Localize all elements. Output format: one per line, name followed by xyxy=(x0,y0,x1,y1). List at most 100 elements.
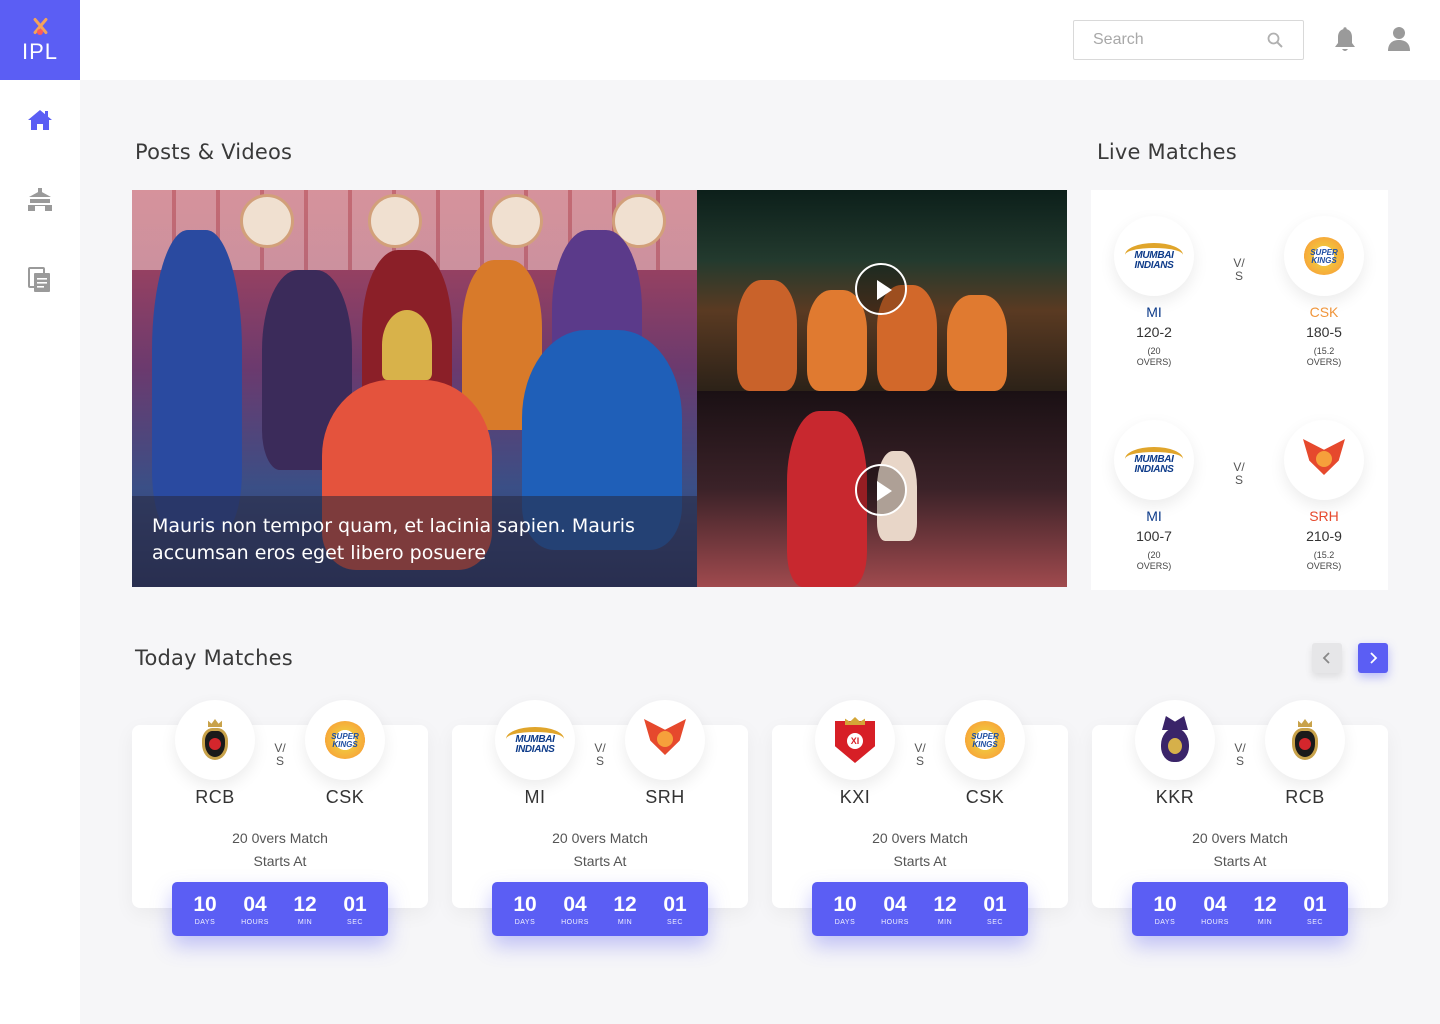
chevron-left-icon xyxy=(1322,652,1330,664)
team-medal xyxy=(240,194,294,248)
team-score: 120-2 xyxy=(1136,324,1172,340)
team-abbr: CSK xyxy=(1309,304,1339,320)
team1-abbr: KKR xyxy=(1155,787,1195,807)
match-card[interactable]: V/S KKR RCB 20 0vers Match Starts At 10 D… xyxy=(1092,700,1388,936)
stadium-icon[interactable] xyxy=(26,186,54,214)
match-info: 20 0vers Match Starts At xyxy=(1092,827,1388,873)
bell-icon[interactable] xyxy=(1333,27,1357,53)
kkr-logo-icon xyxy=(1135,700,1215,780)
match-card[interactable]: MUMBAI INDIANS V/S MI SRH 20 0vers Match … xyxy=(452,700,748,936)
chevron-right-icon xyxy=(1370,652,1378,664)
team-abbr: MI xyxy=(1146,304,1162,320)
timer-days: 10 DAYS xyxy=(833,892,857,926)
match-format: 20 0vers Match xyxy=(232,830,328,846)
team-medal xyxy=(368,194,422,248)
posts-videos-title: Posts & Videos xyxy=(135,140,293,164)
live-team-csk: CSK 180-5 (15.2 OVERS) xyxy=(1279,304,1369,368)
player-figure xyxy=(807,290,867,391)
team-overs: (15.2 OVERS) xyxy=(1306,550,1342,571)
countdown-timer: 10 DAYS 04 HOURS 12 MIN 01 SEC xyxy=(812,882,1028,936)
player-figure xyxy=(737,280,797,391)
vs-label: V/S xyxy=(1233,256,1245,283)
rcb-logo-icon xyxy=(175,700,255,780)
search-input[interactable] xyxy=(1093,21,1273,59)
match-info: 20 0vers Match Starts At xyxy=(452,827,748,873)
match-format: 20 0vers Match xyxy=(552,830,648,846)
team1-abbr: KXI xyxy=(839,787,871,807)
timer-hours: 04 HOURS xyxy=(881,892,909,926)
kxi-logo-icon: XI xyxy=(815,700,895,780)
timer-sec: 01 SEC xyxy=(663,892,687,926)
team-abbr: MI xyxy=(1146,508,1162,524)
csk-logo-icon: SUPER KINGS xyxy=(305,700,385,780)
team2-abbr: CSK xyxy=(325,787,365,807)
vs-label: V/S xyxy=(594,741,606,768)
timer-hours: 04 HOURS xyxy=(561,892,589,926)
documents-icon[interactable] xyxy=(26,266,54,294)
vs-label: V/S xyxy=(1234,741,1246,768)
starts-at-label: Starts At xyxy=(573,853,627,869)
live-matches-panel: MUMBAI INDIANS SUPER KINGS V/S MI 120-2 (2… xyxy=(1091,190,1388,590)
timer-sec: 01 SEC xyxy=(343,892,367,926)
today-matches-title: Today Matches xyxy=(135,646,293,670)
countdown-timer: 10 DAYS 04 HOURS 12 MIN 01 SEC xyxy=(492,882,708,936)
srh-logo-icon[interactable] xyxy=(1284,420,1364,500)
brand-logo[interactable]: IPL xyxy=(0,0,80,80)
timer-hours: 04 HOURS xyxy=(1201,892,1229,926)
home-icon[interactable] xyxy=(26,106,54,134)
video-thumbnail[interactable] xyxy=(697,391,1067,587)
live-team-mi: MI 100-7 (20 OVERS) xyxy=(1109,508,1199,572)
play-icon[interactable] xyxy=(855,464,907,516)
vs-label: V/S xyxy=(1233,460,1245,487)
mi-logo-icon: MUMBAI INDIANS xyxy=(495,700,575,780)
top-bar xyxy=(80,0,1440,80)
countdown-timer: 10 DAYS 04 HOURS 12 MIN 01 SEC xyxy=(172,882,388,936)
team-medal xyxy=(489,194,543,248)
timer-min: 12 MIN xyxy=(933,892,957,926)
team-score: 180-5 xyxy=(1306,324,1342,340)
timer-hours: 04 HOURS xyxy=(241,892,269,926)
team-score: 210-9 xyxy=(1306,528,1342,544)
mi-logo-icon[interactable]: MUMBAI INDIANS xyxy=(1114,420,1194,500)
carousel-prev-button[interactable] xyxy=(1312,643,1342,673)
team-overs: (15.2 OVERS) xyxy=(1306,346,1342,367)
csk-logo-icon[interactable]: SUPER KINGS xyxy=(1284,216,1364,296)
timer-min: 12 MIN xyxy=(613,892,637,926)
cricket-icon xyxy=(29,16,51,36)
user-icon[interactable] xyxy=(1387,26,1411,52)
vs-label: V/S xyxy=(274,741,286,768)
match-card[interactable]: SUPER KINGS V/S RCB CSK 20 0vers Match St… xyxy=(132,700,428,936)
match-info: 20 0vers Match Starts At xyxy=(772,827,1068,873)
starts-at-label: Starts At xyxy=(893,853,947,869)
timer-sec: 01 SEC xyxy=(983,892,1007,926)
search-icon[interactable] xyxy=(1267,32,1283,48)
match-card[interactable]: XI SUPER KINGS V/S KXI CSK 20 0vers Match… xyxy=(772,700,1068,936)
play-icon[interactable] xyxy=(855,263,907,315)
countdown-timer: 10 DAYS 04 HOURS 12 MIN 01 SEC xyxy=(1132,882,1348,936)
trophy xyxy=(382,310,432,380)
carousel-next-button[interactable] xyxy=(1358,643,1388,673)
timer-min: 12 MIN xyxy=(293,892,317,926)
player-figure xyxy=(947,295,1007,391)
featured-post[interactable]: Mauris non tempor quam, et lacinia sapie… xyxy=(132,190,697,587)
match-format: 20 0vers Match xyxy=(1192,830,1288,846)
timer-days: 10 DAYS xyxy=(193,892,217,926)
team-abbr: SRH xyxy=(1309,508,1339,524)
team1-abbr: RCB xyxy=(195,787,235,807)
video-thumbnail[interactable] xyxy=(697,190,1067,391)
team-overs: (20 OVERS) xyxy=(1136,346,1172,367)
search-box[interactable] xyxy=(1073,20,1304,60)
timer-days: 10 DAYS xyxy=(1153,892,1177,926)
team2-abbr: RCB xyxy=(1285,787,1325,807)
match-info: 20 0vers Match Starts At xyxy=(132,827,428,873)
mi-logo-icon[interactable]: MUMBAI INDIANS xyxy=(1114,216,1194,296)
live-team-srh: SRH 210-9 (15.2 OVERS) xyxy=(1279,508,1369,572)
timer-min: 12 MIN xyxy=(1253,892,1277,926)
srh-logo-icon xyxy=(625,700,705,780)
posts-grid: Mauris non tempor quam, et lacinia sapie… xyxy=(132,190,1067,587)
team-overs: (20 OVERS) xyxy=(1136,550,1172,571)
timer-days: 10 DAYS xyxy=(513,892,537,926)
team-score: 100-7 xyxy=(1136,528,1172,544)
starts-at-label: Starts At xyxy=(253,853,307,869)
team2-abbr: SRH xyxy=(645,787,685,807)
